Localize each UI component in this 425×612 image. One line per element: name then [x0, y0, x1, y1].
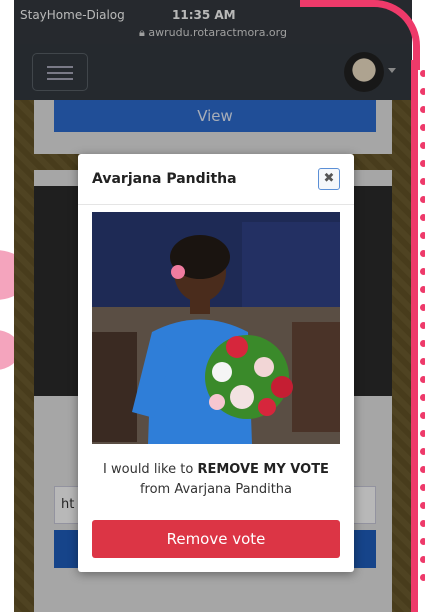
decorative-dot: [420, 358, 425, 365]
screenshot-frame: StayHome-Dialog 11:35 AM 🔒︎ awrudu.rotar…: [0, 0, 425, 612]
modal-header: Avarjana Panditha ✖: [78, 154, 354, 205]
candidate-photo: [92, 212, 340, 444]
remove-vote-button[interactable]: Remove vote: [92, 520, 340, 558]
decorative-dot: [420, 574, 425, 581]
modal-title: Avarjana Panditha: [92, 171, 237, 187]
decorative-dot: [420, 196, 425, 203]
decorative-dot: [420, 538, 425, 545]
decorative-dot: [420, 340, 425, 347]
decorative-dot: [420, 286, 425, 293]
decorative-dot: [420, 502, 425, 509]
decorative-dot: [420, 322, 425, 329]
decorative-dot: [420, 70, 425, 77]
decorative-dot: [420, 430, 425, 437]
modal-message: I would like to REMOVE MY VOTE from Avar…: [88, 460, 344, 500]
decorative-border: [300, 0, 420, 70]
decorative-dot: [420, 304, 425, 311]
decorative-dot: [420, 394, 425, 401]
decorative-dot: [420, 412, 425, 419]
message-prefix: I would like to: [103, 462, 194, 477]
decorative-dot: [420, 142, 425, 149]
decorative-dot: [420, 376, 425, 383]
decorative-dot: [420, 556, 425, 563]
decorative-dot: [420, 124, 425, 131]
decorative-border: [411, 60, 418, 612]
decorative-dot: [420, 214, 425, 221]
message-suffix: from Avarjana Panditha: [139, 482, 293, 497]
decorative-dot: [420, 448, 425, 455]
decorative-dot: [420, 178, 425, 185]
decorative-dot: [420, 160, 425, 167]
decorative-dot: [420, 250, 425, 257]
decorative-dot: [420, 484, 425, 491]
decorative-dot: [420, 106, 425, 113]
decorative-dot: [420, 88, 425, 95]
decorative-dot: [420, 466, 425, 473]
remove-vote-modal: Avarjana Panditha ✖ I would like to REMO…: [78, 154, 354, 572]
photo-illustration: [92, 212, 340, 444]
decorative-dots: [418, 70, 425, 592]
decorative-dot: [420, 232, 425, 239]
close-icon[interactable]: ✖: [318, 168, 340, 190]
message-emphasis: REMOVE MY VOTE: [197, 462, 329, 477]
decorative-dot: [420, 268, 425, 275]
decorative-dot: [420, 520, 425, 527]
phone-screen: StayHome-Dialog 11:35 AM 🔒︎ awrudu.rotar…: [14, 0, 412, 612]
